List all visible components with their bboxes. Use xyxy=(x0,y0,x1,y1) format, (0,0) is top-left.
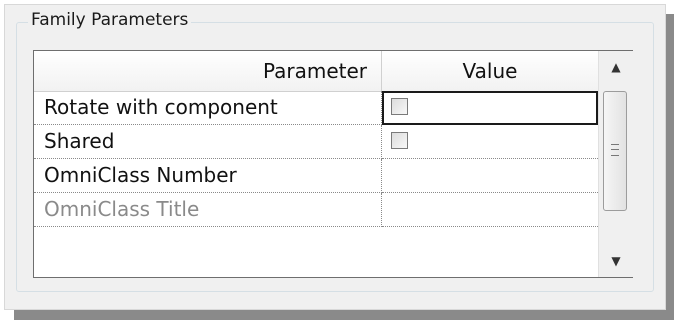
scrollbar-thumb[interactable] xyxy=(603,91,627,211)
value-cell[interactable] xyxy=(382,193,598,227)
group-title: Family Parameters xyxy=(28,10,192,30)
column-header-parameter[interactable]: Parameter xyxy=(34,51,382,91)
column-header-value[interactable]: Value xyxy=(382,51,598,91)
parameter-cell: OmniClass Number xyxy=(34,159,382,193)
table-row[interactable]: OmniClass Number xyxy=(34,159,598,193)
value-cell[interactable] xyxy=(382,91,598,125)
scroll-down-icon[interactable]: ▼ xyxy=(599,245,633,277)
shared-checkbox[interactable] xyxy=(391,132,408,149)
parameters-grid: Parameter Value Rotate with component Sh… xyxy=(33,50,633,278)
table-row[interactable]: Shared xyxy=(34,125,598,159)
grip-icon xyxy=(611,144,619,156)
table-row[interactable]: Rotate with component xyxy=(34,91,598,125)
scroll-up-icon[interactable]: ▲ xyxy=(599,51,633,83)
grid-header: Parameter Value xyxy=(34,51,598,92)
parameter-cell: Rotate with component xyxy=(34,91,382,125)
rotate-with-component-checkbox[interactable] xyxy=(391,98,408,115)
vertical-scrollbar[interactable]: ▲ ▼ xyxy=(598,51,633,277)
value-cell[interactable] xyxy=(382,125,598,159)
table-row[interactable]: OmniClass Title xyxy=(34,193,598,227)
value-cell[interactable] xyxy=(382,159,598,193)
parameter-cell: OmniClass Title xyxy=(34,193,382,227)
parameter-cell: Shared xyxy=(34,125,382,159)
